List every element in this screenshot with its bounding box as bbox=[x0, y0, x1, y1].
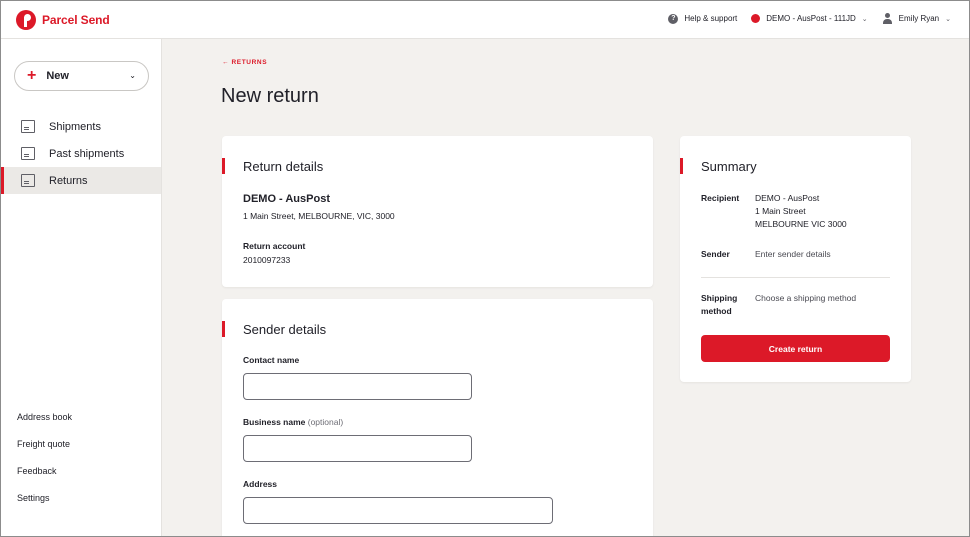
section-accent-bar bbox=[222, 158, 225, 174]
summary-card: Summary Recipient DEMO - AusPost 1 Main … bbox=[680, 136, 911, 382]
sender-label: Sender bbox=[701, 249, 730, 259]
sender-details-card: Sender details Contact name Business nam… bbox=[222, 299, 653, 536]
return-account-label: Return account bbox=[243, 241, 306, 251]
user-icon bbox=[882, 13, 893, 24]
sidebar-item-returns[interactable]: Returns bbox=[1, 167, 161, 194]
recipient-line: 1 Main Street bbox=[755, 206, 806, 216]
sender-value: Enter sender details bbox=[755, 249, 831, 259]
sidebar-item-past-shipments[interactable]: Past shipments bbox=[1, 140, 161, 167]
new-button[interactable]: + New ⌄ bbox=[14, 61, 149, 91]
contact-name-label: Contact name bbox=[243, 355, 300, 365]
app-window: Parcel Send ? Help & support DEMO - AusP… bbox=[0, 0, 970, 537]
freight-quote-link[interactable]: Freight quote bbox=[17, 438, 72, 465]
sidebar-item-shipments[interactable]: Shipments bbox=[1, 113, 161, 140]
user-menu[interactable]: Emily Ryan bbox=[899, 14, 939, 23]
top-right-controls: ? Help & support DEMO - AusPost - 111JD … bbox=[668, 13, 951, 24]
address-label: Address bbox=[243, 479, 278, 489]
shipping-method-label: Shipping method bbox=[701, 292, 755, 318]
sidebar: + New ⌄ Shipments Past shipments Returns… bbox=[1, 39, 162, 536]
parcel-send-logo-icon bbox=[16, 10, 36, 30]
back-to-returns-link[interactable]: ← RETURNS bbox=[222, 59, 267, 66]
top-bar: Parcel Send ? Help & support DEMO - AusP… bbox=[1, 1, 969, 39]
feedback-link[interactable]: Feedback bbox=[17, 465, 72, 492]
chevron-down-icon[interactable]: ⌄ bbox=[945, 15, 951, 23]
settings-link[interactable]: Settings bbox=[17, 492, 72, 519]
sidebar-nav: Shipments Past shipments Returns bbox=[1, 113, 161, 194]
plus-icon: + bbox=[27, 67, 37, 84]
help-support-link[interactable]: Help & support bbox=[684, 14, 737, 23]
shipping-method-value: Choose a shipping method bbox=[755, 293, 857, 303]
recipient-label: Recipient bbox=[701, 193, 740, 203]
section-accent-bar bbox=[222, 321, 225, 337]
recipient-line: DEMO - AusPost bbox=[755, 193, 820, 203]
address-input[interactable] bbox=[243, 497, 553, 524]
summary-title: Summary bbox=[701, 159, 757, 174]
brand[interactable]: Parcel Send bbox=[16, 10, 110, 30]
help-icon[interactable]: ? bbox=[668, 13, 679, 24]
chevron-down-icon: ⌄ bbox=[129, 71, 136, 80]
shipping-label-line: Shipping bbox=[701, 293, 738, 303]
return-recipient-name: DEMO - AusPost bbox=[243, 193, 330, 205]
return-details-card: Return details DEMO - AusPost 1 Main Str… bbox=[222, 136, 653, 287]
sidebar-footer-links: Address book Freight quote Feedback Sett… bbox=[17, 411, 72, 519]
account-selector[interactable]: DEMO - AusPost - 111JD bbox=[766, 14, 856, 23]
optional-hint: (optional) bbox=[307, 417, 344, 427]
summary-divider bbox=[701, 277, 890, 278]
box-return-icon bbox=[21, 174, 35, 187]
sender-details-title: Sender details bbox=[243, 322, 327, 337]
box-icon bbox=[21, 120, 35, 133]
section-accent-bar bbox=[680, 158, 683, 174]
contact-name-input[interactable] bbox=[243, 373, 472, 400]
return-recipient-address: 1 Main Street, MELBOURNE, VIC, 3000 bbox=[243, 211, 395, 221]
return-account-number: 2010097233 bbox=[243, 255, 291, 265]
create-return-button[interactable]: Create return bbox=[701, 335, 890, 362]
sidebar-item-label: Past shipments bbox=[49, 147, 125, 160]
brand-name: Parcel Send bbox=[42, 13, 110, 27]
account-status-dot-icon bbox=[751, 14, 761, 23]
chevron-down-icon[interactable]: ⌄ bbox=[862, 15, 868, 23]
address-book-link[interactable]: Address book bbox=[17, 411, 72, 438]
business-name-input[interactable] bbox=[243, 435, 472, 462]
return-details-title: Return details bbox=[243, 159, 324, 174]
shipping-label-line: method bbox=[701, 306, 732, 316]
recipient-line: MELBOURNE VIC 3000 bbox=[755, 219, 847, 229]
business-name-label: Business name (optional) bbox=[243, 417, 343, 427]
sidebar-item-label: Returns bbox=[49, 174, 88, 187]
business-name-label-text: Business name bbox=[243, 417, 306, 427]
new-button-label: New bbox=[46, 70, 69, 82]
sidebar-item-label: Shipments bbox=[49, 120, 101, 133]
box-clock-icon bbox=[21, 147, 35, 160]
page-title: New return bbox=[221, 85, 319, 107]
recipient-value: DEMO - AusPost 1 Main Street MELBOURNE V… bbox=[755, 192, 905, 231]
